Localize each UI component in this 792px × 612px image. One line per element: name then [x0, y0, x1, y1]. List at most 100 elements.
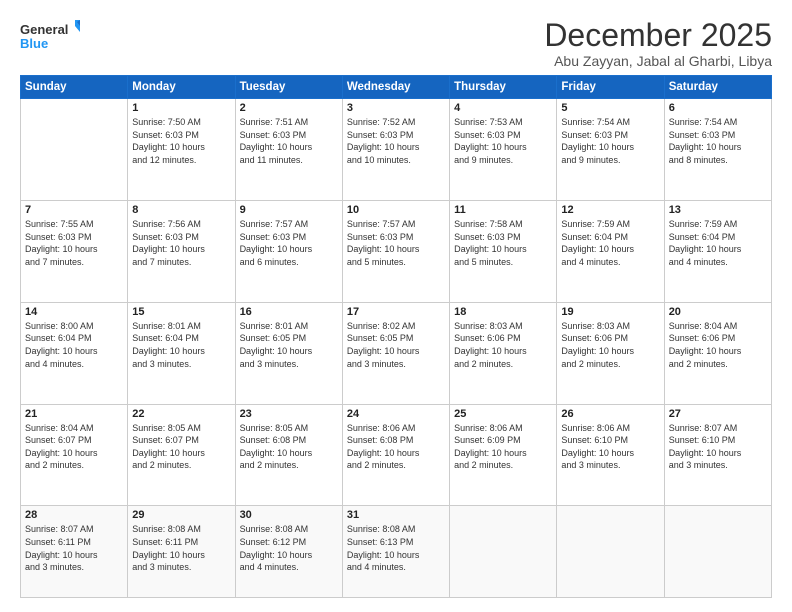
day-number: 7: [25, 204, 123, 216]
calendar-table: SundayMondayTuesdayWednesdayThursdayFrid…: [20, 75, 772, 598]
calendar-cell: [450, 506, 557, 598]
day-number: 26: [561, 408, 659, 420]
calendar-cell: 4 Sunrise: 7:53 AM Sunset: 6:03 PM Daylig…: [450, 99, 557, 201]
day-number: 12: [561, 204, 659, 216]
month-title: December 2025: [544, 18, 772, 53]
calendar-cell: 24 Sunrise: 8:06 AM Sunset: 6:08 PM Dayli…: [342, 404, 449, 506]
calendar-cell: 13Sunrise: 7:59 AM Sunset: 6:04 PM Dayli…: [664, 200, 771, 302]
calendar-cell: 1 Sunrise: 7:50 AM Sunset: 6:03 PM Daylig…: [128, 99, 235, 201]
cell-content: Sunrise: 8:05 AM Sunset: 6:08 PM Dayligh…: [240, 422, 338, 472]
calendar-cell: 21Sunrise: 8:04 AM Sunset: 6:07 PM Dayli…: [21, 404, 128, 506]
day-number: 13: [669, 204, 767, 216]
day-number: 16: [240, 306, 338, 318]
calendar-cell: 2Sunrise: 7:51 AM Sunset: 6:03 PM Daylig…: [235, 99, 342, 201]
cell-content: Sunrise: 7:54 AM Sunset: 6:03 PM Dayligh…: [561, 116, 659, 166]
day-header-sunday: Sunday: [21, 76, 128, 99]
cell-content: Sunrise: 8:03 AM Sunset: 6:06 PM Dayligh…: [561, 320, 659, 370]
calendar-week-row: 7 Sunrise: 7:55 AM Sunset: 6:03 PM Daylig…: [21, 200, 772, 302]
calendar-cell: 16 Sunrise: 8:01 AM Sunset: 6:05 PM Dayli…: [235, 302, 342, 404]
cell-content: Sunrise: 8:00 AM Sunset: 6:04 PM Dayligh…: [25, 320, 123, 370]
calendar-cell: 9Sunrise: 7:57 AM Sunset: 6:03 PM Daylig…: [235, 200, 342, 302]
calendar-cell: 27 Sunrise: 8:07 AM Sunset: 6:10 PM Dayli…: [664, 404, 771, 506]
calendar-cell: 31Sunrise: 8:08 AM Sunset: 6:13 PM Dayli…: [342, 506, 449, 598]
day-header-friday: Friday: [557, 76, 664, 99]
cell-content: Sunrise: 7:56 AM Sunset: 6:03 PM Dayligh…: [132, 218, 230, 268]
calendar-header-row: SundayMondayTuesdayWednesdayThursdayFrid…: [21, 76, 772, 99]
day-number: 25: [454, 408, 552, 420]
day-header-thursday: Thursday: [450, 76, 557, 99]
calendar-week-row: 28Sunrise: 8:07 AM Sunset: 6:11 PM Dayli…: [21, 506, 772, 598]
day-number: 5: [561, 102, 659, 114]
calendar-cell: 7 Sunrise: 7:55 AM Sunset: 6:03 PM Daylig…: [21, 200, 128, 302]
cell-content: Sunrise: 7:59 AM Sunset: 6:04 PM Dayligh…: [561, 218, 659, 268]
cell-content: Sunrise: 7:55 AM Sunset: 6:03 PM Dayligh…: [25, 218, 123, 268]
cell-content: Sunrise: 8:06 AM Sunset: 6:10 PM Dayligh…: [561, 422, 659, 472]
calendar-cell: 28Sunrise: 8:07 AM Sunset: 6:11 PM Dayli…: [21, 506, 128, 598]
cell-content: Sunrise: 8:08 AM Sunset: 6:13 PM Dayligh…: [347, 523, 445, 573]
calendar-cell: 26 Sunrise: 8:06 AM Sunset: 6:10 PM Dayli…: [557, 404, 664, 506]
cell-content: Sunrise: 8:06 AM Sunset: 6:09 PM Dayligh…: [454, 422, 552, 472]
day-number: 27: [669, 408, 767, 420]
calendar-week-row: 21Sunrise: 8:04 AM Sunset: 6:07 PM Dayli…: [21, 404, 772, 506]
day-number: 24: [347, 408, 445, 420]
calendar-cell: 30 Sunrise: 8:08 AM Sunset: 6:12 PM Dayli…: [235, 506, 342, 598]
calendar-cell: [664, 506, 771, 598]
calendar-week-row: 1 Sunrise: 7:50 AM Sunset: 6:03 PM Daylig…: [21, 99, 772, 201]
cell-content: Sunrise: 8:07 AM Sunset: 6:11 PM Dayligh…: [25, 523, 123, 573]
svg-text:Blue: Blue: [20, 36, 48, 51]
calendar-cell: 15 Sunrise: 8:01 AM Sunset: 6:04 PM Dayli…: [128, 302, 235, 404]
day-number: 23: [240, 408, 338, 420]
calendar-cell: [557, 506, 664, 598]
cell-content: Sunrise: 8:01 AM Sunset: 6:04 PM Dayligh…: [132, 320, 230, 370]
calendar-cell: 14 Sunrise: 8:00 AM Sunset: 6:04 PM Dayli…: [21, 302, 128, 404]
day-number: 10: [347, 204, 445, 216]
title-block: December 2025 Abu Zayyan, Jabal al Gharb…: [544, 18, 772, 69]
cell-content: Sunrise: 7:58 AM Sunset: 6:03 PM Dayligh…: [454, 218, 552, 268]
cell-content: Sunrise: 8:05 AM Sunset: 6:07 PM Dayligh…: [132, 422, 230, 472]
day-number: 1: [132, 102, 230, 114]
svg-text:General: General: [20, 22, 68, 37]
calendar-cell: 22 Sunrise: 8:05 AM Sunset: 6:07 PM Dayli…: [128, 404, 235, 506]
logo-svg: General Blue: [20, 18, 80, 56]
calendar-cell: 20Sunrise: 8:04 AM Sunset: 6:06 PM Dayli…: [664, 302, 771, 404]
day-number: 14: [25, 306, 123, 318]
day-number: 22: [132, 408, 230, 420]
cell-content: Sunrise: 8:02 AM Sunset: 6:05 PM Dayligh…: [347, 320, 445, 370]
calendar-cell: 25 Sunrise: 8:06 AM Sunset: 6:09 PM Dayli…: [450, 404, 557, 506]
day-number: 8: [132, 204, 230, 216]
cell-content: Sunrise: 7:57 AM Sunset: 6:03 PM Dayligh…: [347, 218, 445, 268]
cell-content: Sunrise: 7:53 AM Sunset: 6:03 PM Dayligh…: [454, 116, 552, 166]
cell-content: Sunrise: 8:04 AM Sunset: 6:07 PM Dayligh…: [25, 422, 123, 472]
calendar-cell: 12 Sunrise: 7:59 AM Sunset: 6:04 PM Dayli…: [557, 200, 664, 302]
header: General Blue December 2025 Abu Zayyan, J…: [20, 18, 772, 69]
calendar-cell: 23 Sunrise: 8:05 AM Sunset: 6:08 PM Dayli…: [235, 404, 342, 506]
day-number: 4: [454, 102, 552, 114]
calendar-cell: 29 Sunrise: 8:08 AM Sunset: 6:11 PM Dayli…: [128, 506, 235, 598]
cell-content: Sunrise: 8:08 AM Sunset: 6:11 PM Dayligh…: [132, 523, 230, 573]
cell-content: Sunrise: 8:07 AM Sunset: 6:10 PM Dayligh…: [669, 422, 767, 472]
cell-content: Sunrise: 8:08 AM Sunset: 6:12 PM Dayligh…: [240, 523, 338, 573]
calendar-cell: 6Sunrise: 7:54 AM Sunset: 6:03 PM Daylig…: [664, 99, 771, 201]
day-header-tuesday: Tuesday: [235, 76, 342, 99]
calendar-cell: 18Sunrise: 8:03 AM Sunset: 6:06 PM Dayli…: [450, 302, 557, 404]
cell-content: Sunrise: 7:57 AM Sunset: 6:03 PM Dayligh…: [240, 218, 338, 268]
day-number: 30: [240, 509, 338, 521]
day-header-wednesday: Wednesday: [342, 76, 449, 99]
day-number: 6: [669, 102, 767, 114]
calendar-cell: 19Sunrise: 8:03 AM Sunset: 6:06 PM Dayli…: [557, 302, 664, 404]
day-number: 15: [132, 306, 230, 318]
day-number: 11: [454, 204, 552, 216]
day-number: 18: [454, 306, 552, 318]
cell-content: Sunrise: 7:51 AM Sunset: 6:03 PM Dayligh…: [240, 116, 338, 166]
cell-content: Sunrise: 7:52 AM Sunset: 6:03 PM Dayligh…: [347, 116, 445, 166]
page: General Blue December 2025 Abu Zayyan, J…: [0, 0, 792, 612]
cell-content: Sunrise: 8:01 AM Sunset: 6:05 PM Dayligh…: [240, 320, 338, 370]
calendar-cell: 10 Sunrise: 7:57 AM Sunset: 6:03 PM Dayli…: [342, 200, 449, 302]
calendar-cell: 3Sunrise: 7:52 AM Sunset: 6:03 PM Daylig…: [342, 99, 449, 201]
day-number: 29: [132, 509, 230, 521]
cell-content: Sunrise: 7:50 AM Sunset: 6:03 PM Dayligh…: [132, 116, 230, 166]
calendar-cell: 5 Sunrise: 7:54 AM Sunset: 6:03 PM Daylig…: [557, 99, 664, 201]
cell-content: Sunrise: 8:06 AM Sunset: 6:08 PM Dayligh…: [347, 422, 445, 472]
cell-content: Sunrise: 8:04 AM Sunset: 6:06 PM Dayligh…: [669, 320, 767, 370]
calendar-cell: [21, 99, 128, 201]
